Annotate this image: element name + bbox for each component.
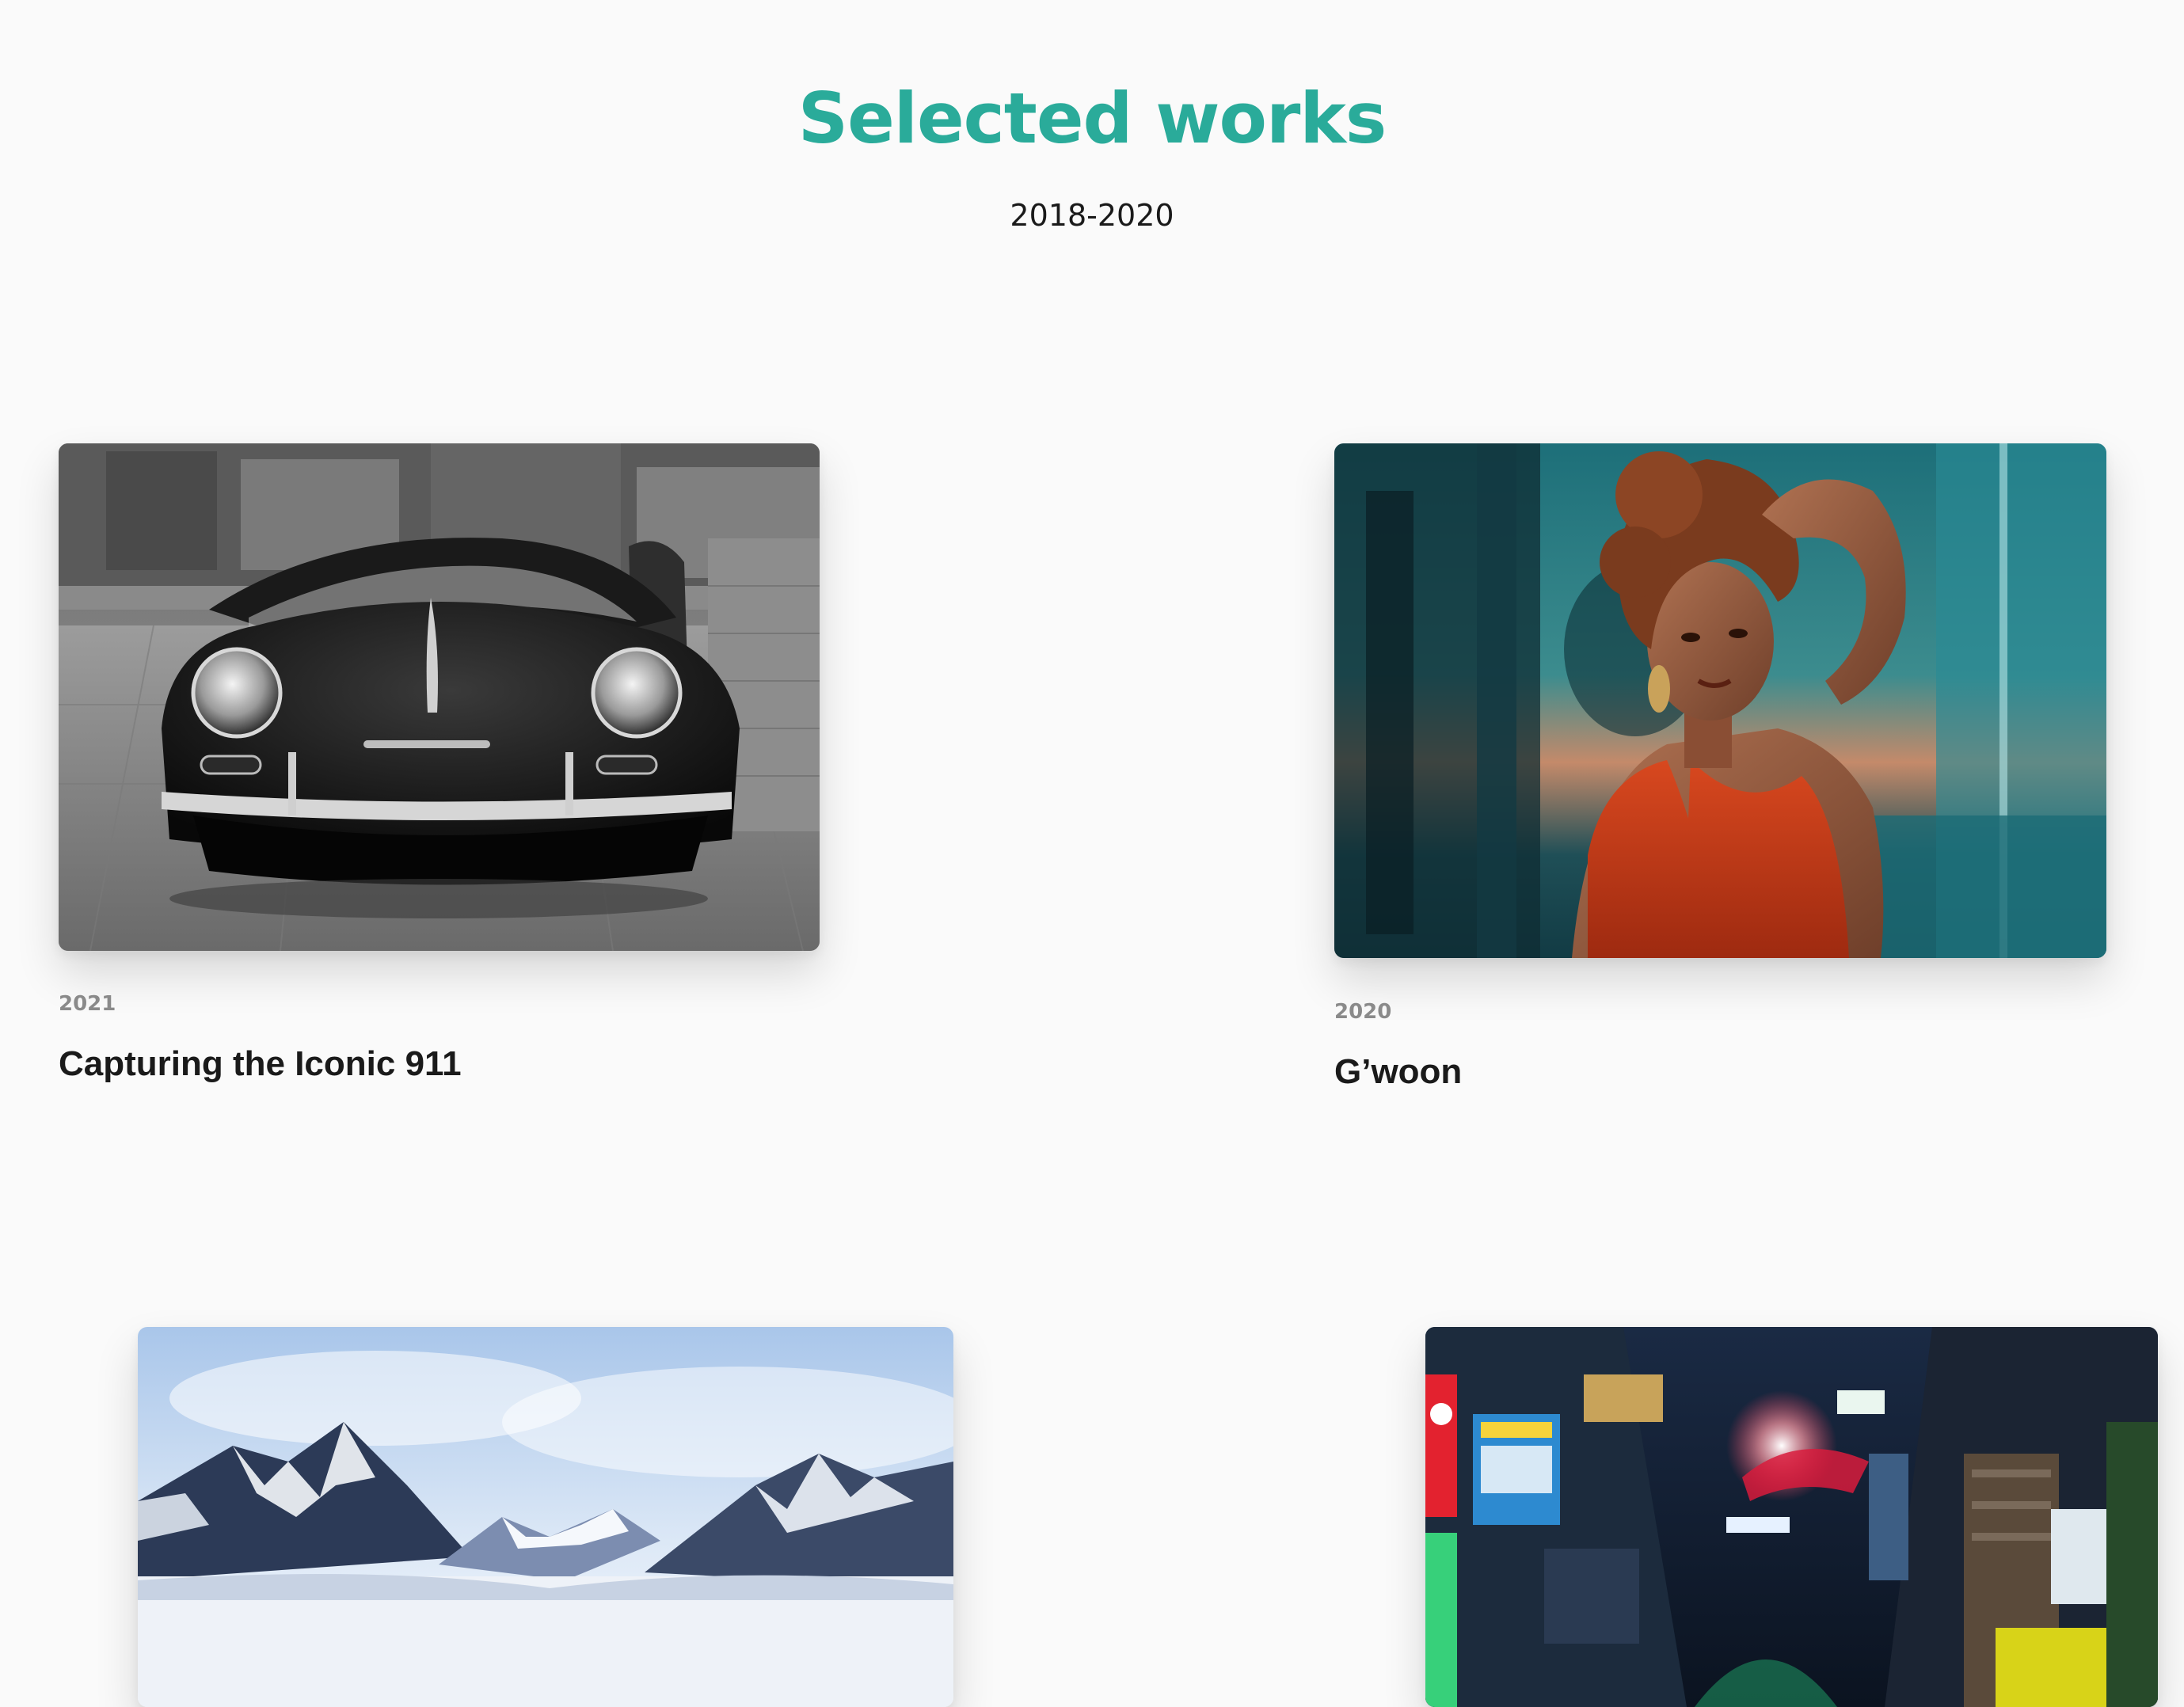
woman-portrait-red-dress-photo: [1334, 443, 2106, 958]
work-card-mountains[interactable]: [138, 1327, 953, 1707]
neon-night-alley-tokyo-photo: [1425, 1327, 2158, 1707]
work-card-gwoon[interactable]: 2020 G’woon: [1334, 443, 2106, 1101]
snowy-mountain-valley-photo: [138, 1327, 953, 1707]
work-card-porsche[interactable]: 2021 Capturing the Iconic 911: [59, 443, 820, 1093]
work-image-porsche[interactable]: [59, 443, 820, 951]
work-card-alley[interactable]: [1425, 1327, 2158, 1707]
black-and-white-vintage-porsche-photo: [59, 443, 820, 951]
work-title[interactable]: G’woon: [1334, 1050, 1462, 1094]
work-image-alley[interactable]: [1425, 1327, 2158, 1707]
page-subtitle: 2018-2020: [1010, 198, 1174, 233]
page-title: Selected works: [797, 78, 1387, 159]
work-image-gwoon[interactable]: [1334, 443, 2106, 958]
work-image-mountains[interactable]: [138, 1327, 953, 1707]
work-year: 2020: [1334, 1000, 1392, 1024]
work-title[interactable]: Capturing the Iconic 911: [59, 1042, 462, 1086]
work-year: 2021: [59, 992, 116, 1016]
